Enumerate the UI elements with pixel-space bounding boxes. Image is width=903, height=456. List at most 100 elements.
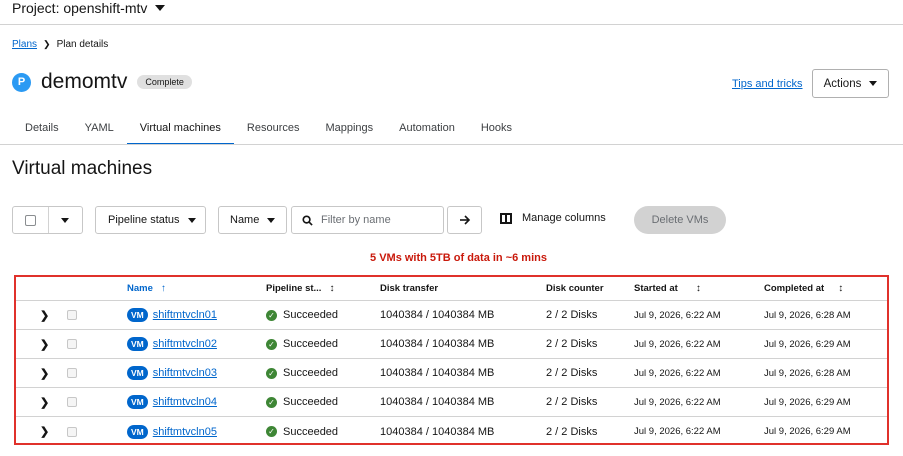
disk-counter-value: 2 / 2 Disks: [546, 338, 598, 350]
name-filter-select[interactable]: Name: [218, 206, 287, 234]
sort-icon: ↕: [695, 283, 701, 294]
status-text: Succeeded: [283, 309, 339, 321]
vm-name-link[interactable]: shiftmtvcln04: [153, 396, 217, 408]
column-header-disk-counter: Disk counter: [546, 277, 604, 300]
started-at-value: Jul 9, 2026, 6:22 AM: [634, 338, 721, 350]
tab-hooks[interactable]: Hooks: [468, 114, 525, 145]
disk-counter-value: 2 / 2 Disks: [546, 425, 598, 438]
annotation-text: 5 VMs with 5TB of data in ~6 mins: [370, 252, 547, 264]
columns-icon: [500, 212, 512, 224]
row-checkbox[interactable]: [67, 339, 77, 349]
expand-toggle-icon[interactable]: ❯: [40, 338, 49, 351]
vm-name-link[interactable]: shiftmtvcln05: [153, 426, 217, 438]
search-box[interactable]: [291, 206, 444, 234]
disk-transfer-value: 1040384 / 1040384 MB: [380, 309, 495, 321]
manage-columns-button[interactable]: Manage columns: [500, 212, 606, 224]
row-checkbox[interactable]: [67, 368, 77, 378]
tab-bar: Details YAML Virtual machines Resources …: [12, 114, 525, 145]
table-row: ❯ VM shiftmtvcln04 ✓ Succeeded 1040384 / …: [16, 388, 887, 417]
column-header-label: Disk counter: [546, 283, 604, 294]
tab-details[interactable]: Details: [12, 114, 72, 145]
vm-name-link[interactable]: shiftmtvcln03: [153, 367, 217, 379]
disk-transfer-value: 1040384 / 1040384 MB: [380, 367, 495, 379]
column-header-completed-at[interactable]: Completed at ↕: [764, 277, 843, 300]
disk-counter-value: 2 / 2 Disks: [546, 367, 598, 379]
expand-toggle-icon[interactable]: ❯: [40, 425, 49, 438]
select-all-checkbox[interactable]: [25, 214, 36, 226]
bulk-select[interactable]: [12, 206, 83, 234]
check-circle-icon: ✓: [266, 338, 277, 350]
chevron-right-icon: ❯: [43, 39, 51, 49]
table-row: ❯ VM shiftmtvcln01 ✓ Succeeded 1040384 / …: [16, 301, 887, 330]
check-circle-icon: ✓: [266, 396, 277, 408]
column-header-label: Completed at: [764, 283, 825, 294]
tab-virtual-machines[interactable]: Virtual machines: [126, 114, 234, 145]
table-row: ❯ VM shiftmtvcln03 ✓ Succeeded 1040384 / …: [16, 359, 887, 388]
vm-table: Name ↑ Pipeline st... ↕ Disk transfer Di…: [14, 275, 889, 445]
actions-button[interactable]: Actions: [812, 69, 889, 98]
caret-down-icon[interactable]: [61, 217, 69, 223]
manage-columns-label: Manage columns: [522, 212, 606, 224]
breadcrumb: Plans ❯ Plan details: [12, 39, 108, 50]
table-row: ❯ VM shiftmtvcln05 ✓ Succeeded 1040384 / …: [16, 417, 887, 446]
tips-and-tricks-link[interactable]: Tips and tricks: [732, 78, 803, 90]
column-header-started-at[interactable]: Started at ↕: [634, 277, 701, 300]
caret-down-icon: [155, 5, 166, 11]
section-title: Virtual machines: [12, 158, 153, 179]
tab-resources[interactable]: Resources: [234, 114, 313, 145]
column-header-disk-transfer: Disk transfer: [380, 277, 438, 300]
vm-badge: VM: [127, 366, 148, 380]
row-checkbox[interactable]: [67, 397, 77, 407]
name-filter-label: Name: [230, 214, 260, 226]
tab-automation[interactable]: Automation: [386, 114, 468, 145]
page-header: P demomtv Complete: [12, 70, 192, 94]
expand-toggle-icon[interactable]: ❯: [40, 367, 49, 380]
disk-transfer-value: 1040384 / 1040384 MB: [380, 425, 495, 438]
column-header-label: Disk transfer: [380, 283, 439, 294]
pipeline-status-label: Pipeline status: [108, 214, 180, 226]
project-selector[interactable]: Project: openshift-mtv: [12, 0, 166, 16]
table-row: ❯ VM shiftmtvcln02 ✓ Succeeded 1040384 / …: [16, 330, 887, 359]
search-icon: [302, 214, 313, 226]
divider: [48, 207, 49, 233]
vm-badge: VM: [127, 424, 148, 439]
check-circle-icon: ✓: [266, 367, 277, 379]
disk-counter-value: 2 / 2 Disks: [546, 396, 598, 408]
row-checkbox[interactable]: [67, 426, 77, 437]
tab-mappings[interactable]: Mappings: [312, 114, 386, 145]
tab-yaml[interactable]: YAML: [72, 114, 127, 145]
caret-down-icon: [267, 217, 276, 223]
search-submit-button[interactable]: [447, 206, 482, 234]
caret-down-icon: [187, 217, 196, 223]
vm-badge: VM: [127, 308, 148, 322]
expand-toggle-icon[interactable]: ❯: [40, 396, 49, 409]
completed-at-value: Jul 9, 2026, 6:28 AM: [764, 309, 851, 321]
expand-toggle-icon[interactable]: ❯: [40, 309, 49, 322]
pipeline-status-filter[interactable]: Pipeline status: [95, 206, 206, 234]
vm-name-link[interactable]: shiftmtvcln01: [153, 309, 217, 321]
completed-at-value: Jul 9, 2026, 6:28 AM: [764, 367, 851, 379]
check-circle-icon: ✓: [266, 426, 277, 437]
divider: [0, 144, 903, 145]
column-header-name[interactable]: Name ↑: [127, 277, 166, 300]
sort-icon: ↕: [329, 283, 335, 294]
status-text: Succeeded: [283, 338, 339, 350]
vm-name-link[interactable]: shiftmtvcln02: [153, 338, 217, 350]
divider: [0, 24, 903, 25]
started-at-value: Jul 9, 2026, 6:22 AM: [634, 367, 721, 379]
column-header-pipeline-status[interactable]: Pipeline st... ↕: [266, 277, 334, 300]
breadcrumb-plans-link[interactable]: Plans: [12, 39, 37, 50]
arrow-right-icon: [459, 215, 470, 225]
delete-vms-button[interactable]: Delete VMs: [634, 206, 726, 234]
row-checkbox[interactable]: [67, 310, 77, 320]
started-at-value: Jul 9, 2026, 6:22 AM: [634, 426, 721, 437]
page-title: demomtv: [41, 70, 128, 93]
caret-down-icon: [869, 81, 878, 86]
completed-at-value: Jul 9, 2026, 6:29 AM: [764, 338, 851, 350]
table-header-row: Name ↑ Pipeline st... ↕ Disk transfer Di…: [16, 277, 887, 301]
actions-label: Actions: [823, 77, 862, 90]
vm-badge: VM: [127, 337, 148, 351]
disk-counter-value: 2 / 2 Disks: [546, 309, 598, 321]
status-text: Succeeded: [283, 367, 339, 379]
search-input[interactable]: [321, 214, 431, 226]
